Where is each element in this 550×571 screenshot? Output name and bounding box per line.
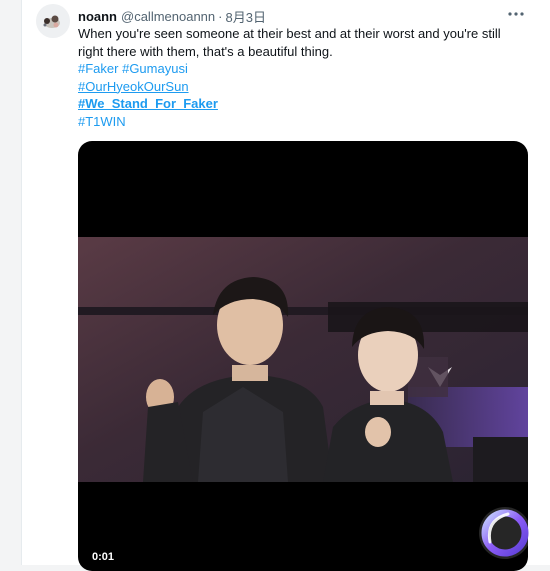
video-timestamp: 0:01: [92, 551, 115, 563]
separator-dot: ·: [218, 8, 223, 24]
avatar-image: [36, 4, 70, 38]
hashtag-line: #T1WIN: [78, 113, 218, 131]
video-frame: [78, 237, 528, 482]
user-handle[interactable]: @callmenoannn: [121, 9, 215, 24]
tweet-text: When you're seen someone at their best a…: [78, 26, 501, 59]
tweet-date[interactable]: 8月3日: [226, 7, 266, 26]
tweet-header: noann @callmenoannn · 8月3日: [78, 7, 526, 25]
display-name[interactable]: noann: [78, 9, 117, 24]
hashtag-ourhyeokoursun[interactable]: #OurHyeokOurSun: [78, 79, 189, 94]
hashtag-we-stand-for-faker[interactable]: #We_Stand_For_Faker: [78, 96, 218, 111]
avatar[interactable]: [36, 4, 70, 38]
video-player[interactable]: 0:01: [78, 141, 528, 571]
hashtag-line: #We_Stand_For_Faker: [78, 95, 218, 113]
more-horizontal-icon[interactable]: [506, 4, 526, 24]
hashtag-faker[interactable]: #Faker: [78, 61, 118, 76]
hashtag-list: #Faker #Gumayusi #OurHyeokOurSun #We_Sta…: [78, 60, 218, 130]
hashtag-t1win[interactable]: #T1WIN: [78, 114, 126, 129]
hashtag-line: #OurHyeokOurSun: [78, 78, 218, 96]
hashtag-line: #Faker #Gumayusi: [78, 60, 218, 78]
hashtag-gumayusi[interactable]: #Gumayusi: [122, 61, 188, 76]
ring-logo-icon: [479, 507, 531, 559]
